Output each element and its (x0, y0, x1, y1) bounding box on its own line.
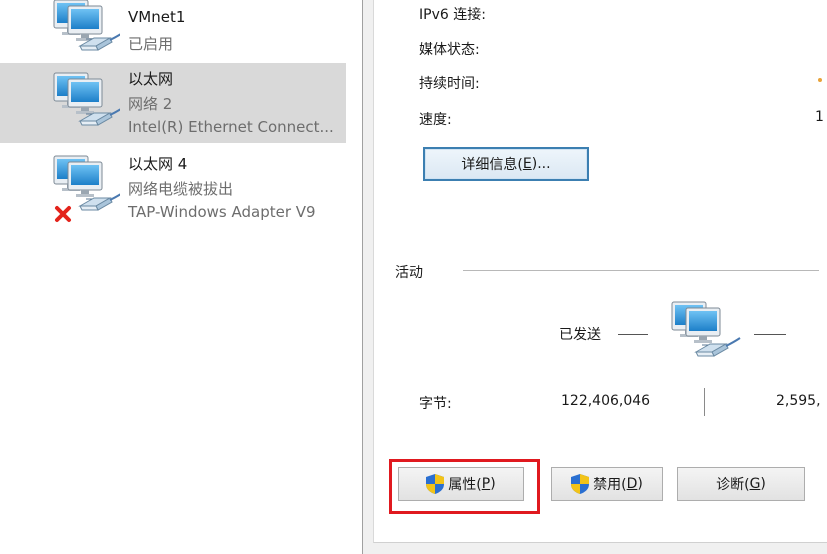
properties-button[interactable]: 属性(P) (398, 467, 524, 501)
adapter-device: Intel(R) Ethernet Connect... (128, 118, 334, 136)
bytes-label: 字节: (419, 396, 452, 412)
disable-button-label: 禁用( (593, 477, 627, 493)
speed-label: 速度: (419, 112, 452, 128)
properties-button-label: 属性( (448, 477, 482, 493)
sent-dash (618, 334, 648, 335)
duration-label: 持续时间: (419, 76, 480, 92)
adapter-device: TAP-Windows Adapter V9 (128, 203, 316, 221)
duration-indicator (818, 78, 822, 82)
network-adapter-icon (53, 0, 120, 51)
properties-button-key: P (481, 476, 491, 492)
bytes-sent-value: 122,406,046 (561, 393, 651, 409)
adapter-name: 以太网 4 (128, 155, 188, 173)
diagnose-button-key: G (749, 476, 761, 492)
activity-group-line (463, 270, 819, 271)
adapter-item-ethernet[interactable]: 以太网 网络 2 Intel(R) Ethernet Connect... (0, 63, 346, 143)
adapter-name: VMnet1 (128, 8, 186, 26)
bytes-received-value: 2,595, (776, 393, 821, 409)
adapter-name: 以太网 (128, 70, 174, 88)
diagnose-button-label: 诊断( (716, 477, 750, 493)
shield-icon (571, 474, 590, 494)
adapter-list: VMnet1 已启用 以太网 网络 2 Intel(R) Ethernet Co… (0, 0, 362, 554)
media-state-label: 媒体状态: (419, 42, 480, 58)
adapter-item-ethernet-4[interactable]: 以太网 4 网络电缆被拔出 TAP-Windows Adapter V9 (0, 146, 346, 226)
details-button-key: E (522, 156, 532, 172)
adapter-status: 网络 2 (128, 95, 173, 113)
disable-button[interactable]: 禁用(D) (551, 467, 663, 501)
sent-label: 已发送 (559, 327, 601, 343)
dialog-edge (362, 0, 363, 554)
adapter-item-vmnet1[interactable]: VMnet1 已启用 (0, 0, 346, 64)
properties-button-tail: ) (490, 476, 496, 492)
disable-button-key: D (626, 476, 638, 492)
adapter-status: 网络电缆被拔出 (128, 180, 234, 198)
disable-button-tail: ) (637, 476, 643, 492)
details-button[interactable]: 详细信息(E)... (423, 147, 589, 181)
network-adapter-icon (53, 72, 120, 126)
details-button-tail: )... (531, 156, 551, 172)
network-activity-icon (671, 301, 741, 357)
ipv6-connection-label: IPv6 连接: (419, 7, 486, 23)
diagnose-button[interactable]: 诊断(G) (677, 467, 805, 501)
diagnose-button-tail: ) (760, 476, 766, 492)
disconnected-x-icon (55, 206, 71, 222)
details-button-label: 详细信息( (461, 157, 523, 173)
received-dash (754, 334, 786, 335)
activity-group-title: 活动 (395, 265, 423, 281)
shield-icon (426, 474, 445, 494)
bytes-separator (704, 388, 705, 416)
speed-value: 1 (815, 109, 824, 125)
adapter-status: 已启用 (128, 35, 174, 53)
